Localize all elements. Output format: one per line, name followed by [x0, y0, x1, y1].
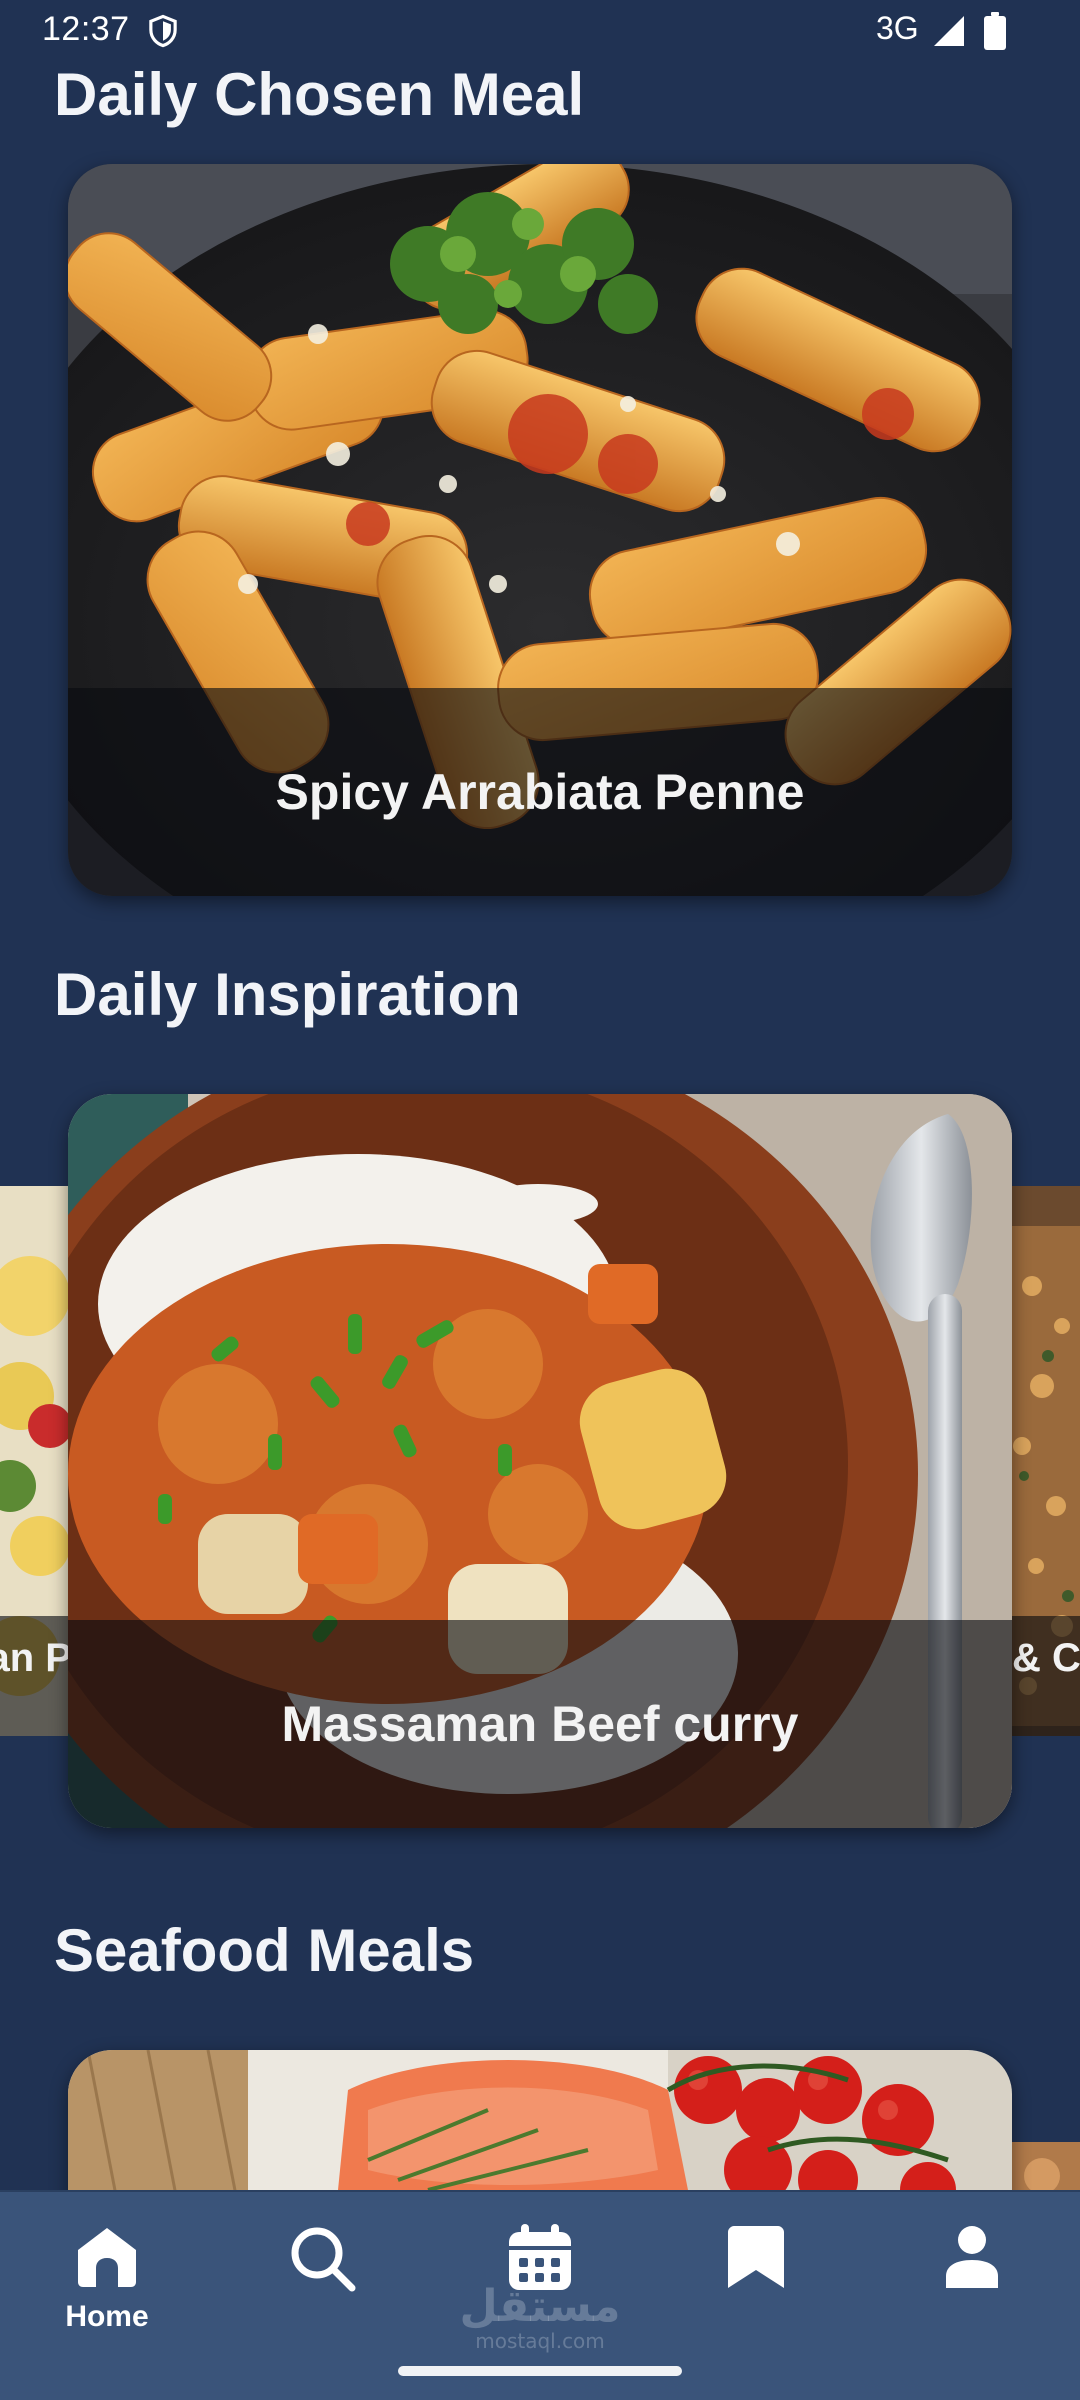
home-icon [78, 2228, 136, 2287]
nav-search[interactable] [243, 2214, 403, 2354]
signal-icon [934, 16, 964, 46]
nav-profile[interactable] [892, 2214, 1052, 2354]
meal-caption-band: Spicy Arrabiata Penne [68, 688, 1012, 896]
meal-name: Massaman Beef curry [281, 1696, 799, 1752]
watermark-latin: mostaql.com [475, 2329, 605, 2353]
daily-chosen-meal-card[interactable]: Spicy Arrabiata Penne [68, 164, 1012, 896]
inspiration-prev-card[interactable]: an P [0, 1186, 68, 1736]
nav-bookmarks[interactable] [676, 2214, 836, 2354]
battery-icon [984, 12, 1006, 50]
daily-inspiration-card[interactable]: Massaman Beef curry [68, 1094, 1012, 1828]
section-title-seafood: Seafood Meals [54, 1917, 475, 1984]
app-screen: 12:37 3G Daily Chosen Meal Spicy Arrabia… [0, 0, 1080, 2400]
section-title-daily-chosen: Daily Chosen Meal [54, 61, 585, 128]
watermark: مستقل mostaql.com [440, 2281, 640, 2353]
watermark-arabic: مستقل [459, 2281, 621, 2332]
shield-icon [149, 14, 177, 48]
status-bar: 12:37 3G [0, 0, 1080, 62]
search-icon [291, 2227, 356, 2292]
bookmark-icon [728, 2226, 784, 2288]
inspiration-next-card[interactable]: & Ch [1012, 1186, 1080, 1736]
network-type: 3G [876, 10, 919, 46]
nav-home[interactable]: Home [27, 2214, 187, 2354]
meal-name: Spicy Arrabiata Penne [275, 764, 805, 820]
meal-caption-band: Massaman Beef curry [68, 1620, 1012, 1828]
profile-icon [946, 2226, 998, 2288]
status-time: 12:37 [42, 10, 130, 48]
next-meal-name: & Ch [1012, 1636, 1080, 1680]
section-title-daily-inspiration: Daily Inspiration [54, 961, 521, 1028]
nav-home-label: Home [65, 2300, 149, 2333]
prev-meal-name: an P [0, 1636, 68, 1680]
home-indicator[interactable] [398, 2366, 682, 2376]
